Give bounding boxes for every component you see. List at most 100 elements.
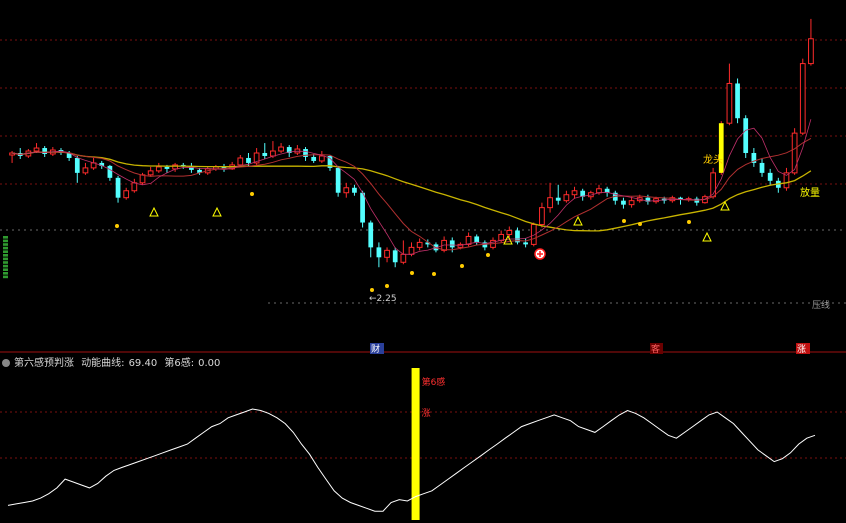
candle-body xyxy=(74,157,80,173)
volume-strip-segment xyxy=(3,257,8,261)
candle-body xyxy=(808,38,814,65)
price-grid xyxy=(0,39,846,459)
candle-body xyxy=(311,156,317,161)
dot-marker xyxy=(370,288,374,292)
candle-body xyxy=(335,167,341,193)
candle-body xyxy=(42,148,48,154)
release-label: 放量 xyxy=(800,186,820,199)
candle-body xyxy=(352,187,357,193)
volume-strip-segment xyxy=(3,275,8,279)
sixth-sense-label: 第6感: xyxy=(164,358,195,369)
chart-annotations: ←2.25 压线 放量 龙头财 客 涨 xyxy=(115,153,830,355)
candle-body xyxy=(33,147,40,152)
candle-body xyxy=(400,253,407,263)
candle-body xyxy=(759,162,765,173)
triangle-marker xyxy=(149,206,159,217)
indicator-panel: 第6感涨 xyxy=(7,368,816,520)
dot-marker xyxy=(460,264,464,268)
dot-marker xyxy=(486,253,490,257)
dot-marker xyxy=(385,284,389,288)
candle-body xyxy=(392,250,398,263)
indicator-name: 第六感预判涨 xyxy=(14,358,74,369)
ma-short-line xyxy=(12,137,812,251)
candle-body xyxy=(416,241,423,248)
dot-marker xyxy=(687,220,691,224)
volume-strip-segment xyxy=(3,264,8,268)
candle-body xyxy=(270,150,276,157)
triangle-marker xyxy=(212,206,222,217)
candle-body xyxy=(155,166,162,172)
resistance-label: 压线 xyxy=(812,299,830,311)
candle-body xyxy=(107,165,113,178)
ke-marker: 客 xyxy=(651,343,660,355)
candle-body xyxy=(571,190,578,196)
rise-marker: 涨 xyxy=(797,344,806,355)
candle-body xyxy=(164,166,170,169)
sixth-sense-label: 第6感 xyxy=(422,376,446,388)
candle-body xyxy=(743,118,749,153)
candle-body xyxy=(474,236,480,243)
candle-body xyxy=(131,182,138,192)
candle-body xyxy=(246,157,251,163)
collapse-icon[interactable] xyxy=(2,359,10,367)
dot-marker xyxy=(622,219,626,223)
volume-strip-segment xyxy=(3,243,8,246)
dot-marker xyxy=(638,222,642,226)
candle-body xyxy=(791,132,798,174)
volume-strip-segment xyxy=(3,239,8,243)
candle-body xyxy=(82,167,89,174)
indicator-header: 第六感预判涨 动能曲线: 69.40 第6感: 0.00 xyxy=(2,354,224,369)
sixth-sense-value: 0.00 xyxy=(198,358,221,369)
volume-strip-segment xyxy=(3,254,8,257)
candle-body xyxy=(147,170,154,176)
stock-chart: ←2.25压线放量龙头财客涨 第6感涨 xyxy=(0,18,846,520)
volume-strip-segment xyxy=(3,246,8,250)
momentum-curve xyxy=(7,408,816,512)
dot-marker xyxy=(432,272,436,276)
candle-body xyxy=(539,207,545,226)
candle-body xyxy=(628,200,635,206)
triangle-marker xyxy=(702,231,712,242)
candle-body xyxy=(384,249,390,258)
sixth-sense-bar xyxy=(411,368,420,520)
candle-body xyxy=(262,153,268,156)
candle-body xyxy=(506,229,513,235)
candle-body xyxy=(449,240,455,248)
candle-body xyxy=(547,197,553,209)
dot-marker xyxy=(250,192,254,196)
triangle-marker xyxy=(573,215,583,226)
dot-marker xyxy=(115,224,119,228)
candle-body xyxy=(523,242,528,245)
candle-body xyxy=(555,197,561,201)
ma-long-line xyxy=(11,151,812,232)
candle-body xyxy=(735,83,740,119)
candle-body xyxy=(376,247,382,258)
candle-body xyxy=(115,177,121,198)
candle-body xyxy=(498,233,505,241)
candle-body xyxy=(710,172,716,198)
candle-body xyxy=(360,192,365,223)
dot-marker xyxy=(410,271,414,275)
volume-strip-segment xyxy=(3,236,8,239)
candle-body xyxy=(799,63,806,134)
candle-body xyxy=(767,172,773,181)
candle-body xyxy=(343,187,350,194)
rise-label: 涨 xyxy=(422,408,431,419)
candle-body xyxy=(621,200,626,205)
volume-strip-segment xyxy=(3,268,8,271)
candle-body xyxy=(139,174,146,184)
volume-strip-segment xyxy=(3,250,8,253)
candle-body xyxy=(278,146,284,152)
volume-strip-segment xyxy=(3,272,8,275)
candle-body xyxy=(726,82,733,124)
candle-body xyxy=(596,188,602,194)
candle-body xyxy=(368,222,374,248)
momentum-label: 动能曲线: xyxy=(81,358,125,369)
candle-body xyxy=(563,194,570,202)
candlestick-series xyxy=(9,18,814,268)
candle-body xyxy=(318,155,325,162)
low-price-label: ←2.25 xyxy=(369,294,397,304)
volume-strip-segment xyxy=(3,261,8,264)
cai-marker: 财 xyxy=(371,343,380,355)
candle-body xyxy=(123,190,130,199)
